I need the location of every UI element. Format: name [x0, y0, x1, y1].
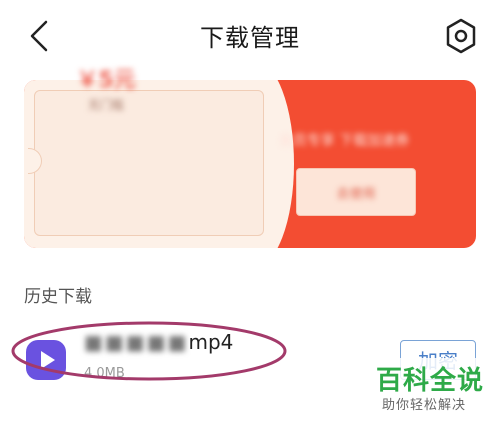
coupon-use-label: 去使用: [336, 187, 376, 202]
watermark-subtitle: 助你轻松解决: [382, 398, 467, 413]
watermark: 百科全说 助你轻松解决: [362, 358, 492, 418]
watermark-title: 百科全说: [376, 366, 485, 396]
coupon-use-button[interactable]: 去使用: [296, 168, 416, 216]
coupon-description: 会员专享 下载加速券: [278, 133, 410, 149]
coupon-condition: 无门槛: [87, 98, 124, 112]
coupon-amount: ￥5元: [76, 68, 136, 93]
page-title: 下载管理: [200, 24, 300, 52]
highlight-ring: [11, 321, 287, 381]
coupon-ticket: [34, 90, 264, 236]
history-section-title: 历史下载: [24, 287, 92, 307]
settings-icon: [446, 18, 476, 54]
settings-button[interactable]: [441, 16, 481, 56]
